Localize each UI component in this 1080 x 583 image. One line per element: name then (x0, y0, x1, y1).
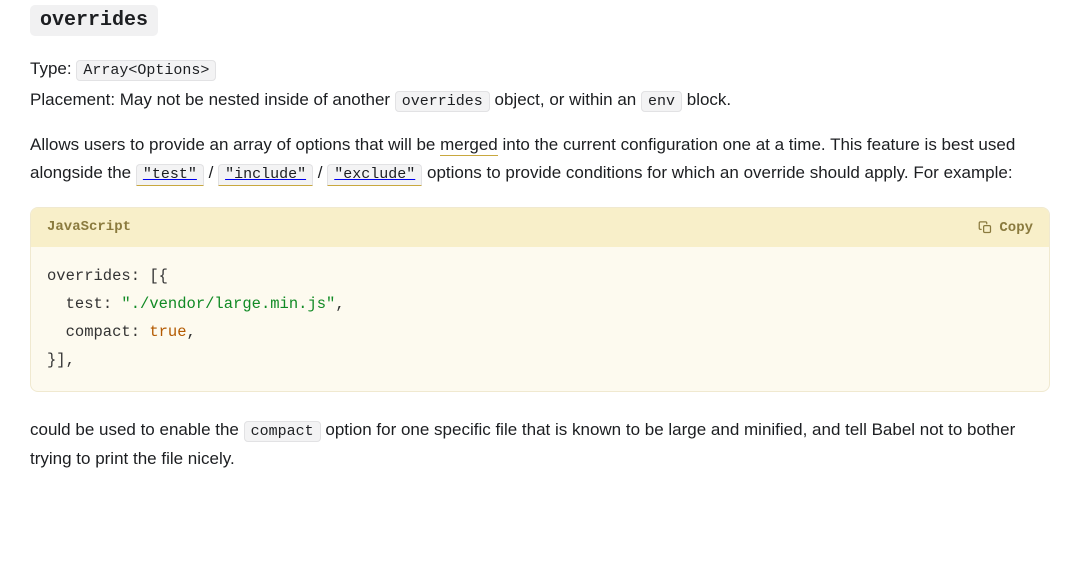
option-exclude-code: "exclude" (327, 164, 422, 186)
placement-code-env: env (641, 91, 682, 112)
code-token: true (149, 323, 186, 341)
code-block-header: JavaScript Copy (31, 208, 1049, 247)
type-value-code: Array<Options> (76, 60, 216, 81)
option-test-code: "test" (136, 164, 204, 186)
copy-button[interactable]: Copy (978, 220, 1033, 236)
code-language-label: JavaScript (47, 216, 131, 239)
description-paragraph-2: could be used to enable the compact opti… (30, 416, 1050, 473)
desc1-sep-1: / (204, 163, 218, 182)
placement-line: Placement: May not be nested inside of a… (30, 86, 1050, 115)
desc1-text-c: options to provide conditions for which … (422, 163, 1012, 182)
placement-text-b: object, or within an (490, 90, 641, 109)
code-content: overrides: [{ test: "./vendor/large.min.… (31, 247, 1049, 391)
desc1-text-a: Allows users to provide an array of opti… (30, 135, 440, 154)
copy-button-label: Copy (999, 220, 1033, 236)
type-line: Type: Array<Options> (30, 55, 1050, 84)
section-heading: overrides (30, 0, 1050, 37)
compact-code: compact (244, 421, 321, 442)
placement-text-a: Placement: May not be nested inside of a… (30, 90, 395, 109)
desc1-sep-2: / (313, 163, 327, 182)
code-token: , (187, 323, 196, 341)
description-paragraph-1: Allows users to provide an array of opti… (30, 131, 1050, 188)
copy-icon (978, 220, 993, 235)
type-label: Type: (30, 59, 72, 78)
code-token: test (47, 295, 103, 313)
option-test-link[interactable]: "test" (136, 163, 204, 182)
desc2-text-a: could be used to enable the (30, 420, 244, 439)
placement-code-overrides: overrides (395, 91, 490, 112)
code-token: overrides (47, 267, 131, 285)
code-token: : [{ (131, 267, 168, 285)
code-token: , (335, 295, 344, 313)
code-token: : (103, 295, 122, 313)
section-heading-code: overrides (30, 5, 158, 36)
option-exclude-link[interactable]: "exclude" (327, 163, 422, 182)
option-include-link[interactable]: "include" (218, 163, 313, 182)
code-token: compact (47, 323, 131, 341)
option-include-code: "include" (218, 164, 313, 186)
code-token: "./vendor/large.min.js" (121, 295, 335, 313)
code-token: }], (47, 351, 75, 369)
code-block: JavaScript Copy overrides: [{ test: "./v… (30, 207, 1050, 392)
placement-text-c: block. (682, 90, 731, 109)
merged-link[interactable]: merged (440, 135, 498, 156)
code-token: : (131, 323, 150, 341)
